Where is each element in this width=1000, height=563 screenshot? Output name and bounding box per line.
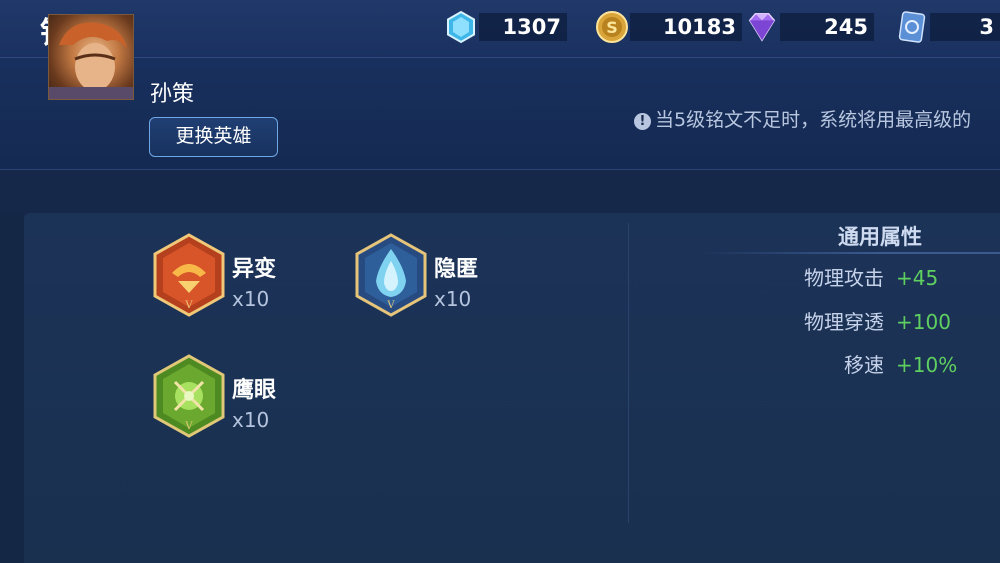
- attribute-value: +100: [896, 310, 951, 334]
- panel-left-edge: [0, 213, 24, 563]
- crystal-count: 1307: [479, 13, 567, 41]
- rune-item[interactable]: V 鹰眼 x10: [152, 354, 276, 438]
- green-rune-icon: V: [153, 354, 225, 438]
- red-rune-icon: V: [153, 233, 225, 317]
- rune-count: x10: [434, 287, 472, 311]
- currency-crystal[interactable]: 1307: [443, 10, 567, 44]
- top-bar: 铭文 1307 S 10183 245: [0, 0, 1000, 58]
- attributes-title: 通用属性: [838, 225, 922, 249]
- svg-text:V: V: [184, 300, 193, 311]
- blue-rune-icon: V: [355, 233, 427, 317]
- info-icon: !: [634, 113, 651, 130]
- attribute-label: 物理攻击: [804, 266, 884, 290]
- svg-text:V: V: [386, 300, 395, 311]
- panel-divider: [628, 223, 629, 523]
- currency-gold[interactable]: S 10183: [594, 10, 742, 44]
- rune-name: 隐匿: [434, 257, 479, 282]
- card-icon: [894, 9, 930, 45]
- rune-count: x10: [232, 408, 270, 432]
- rune-item[interactable]: V 隐匿 x10: [354, 233, 478, 317]
- diamond-count: 245: [780, 13, 874, 41]
- hero-avatar[interactable]: [48, 14, 134, 100]
- attribute-row: 物理穿透 +100: [776, 306, 951, 335]
- crystal-icon: [443, 9, 479, 45]
- rune-item[interactable]: V 异变 x10: [152, 233, 276, 317]
- currency-card[interactable]: 3: [894, 10, 1000, 44]
- svg-text:S: S: [606, 18, 618, 37]
- attribute-row: 物理攻击 +45: [776, 262, 938, 291]
- attribute-value: +45: [896, 266, 939, 290]
- currency-diamond[interactable]: 245: [744, 10, 874, 44]
- hero-name: 孙策: [150, 82, 195, 107]
- attributes-divider: [700, 252, 1000, 254]
- attribute-value: +10%: [896, 353, 958, 377]
- diamond-icon: [744, 9, 780, 45]
- gold-coin-icon: S: [594, 9, 630, 45]
- card-count: 3: [930, 13, 1000, 41]
- gold-count: 10183: [630, 13, 742, 41]
- notice-text-row: ! 当5级铭文不足时，系统将用最高级的: [634, 105, 971, 132]
- attribute-row: 移速 +10%: [776, 349, 957, 378]
- svg-text:V: V: [184, 421, 193, 432]
- rune-count: x10: [232, 287, 270, 311]
- attribute-label: 物理穿透: [804, 310, 884, 334]
- rune-name: 鹰眼: [232, 378, 277, 403]
- change-hero-button[interactable]: 更换英雄: [149, 117, 278, 157]
- attribute-label: 移速: [844, 353, 884, 377]
- notice-text: 当5级铭文不足时，系统将用最高级的: [655, 109, 972, 131]
- rune-name: 异变: [232, 257, 277, 282]
